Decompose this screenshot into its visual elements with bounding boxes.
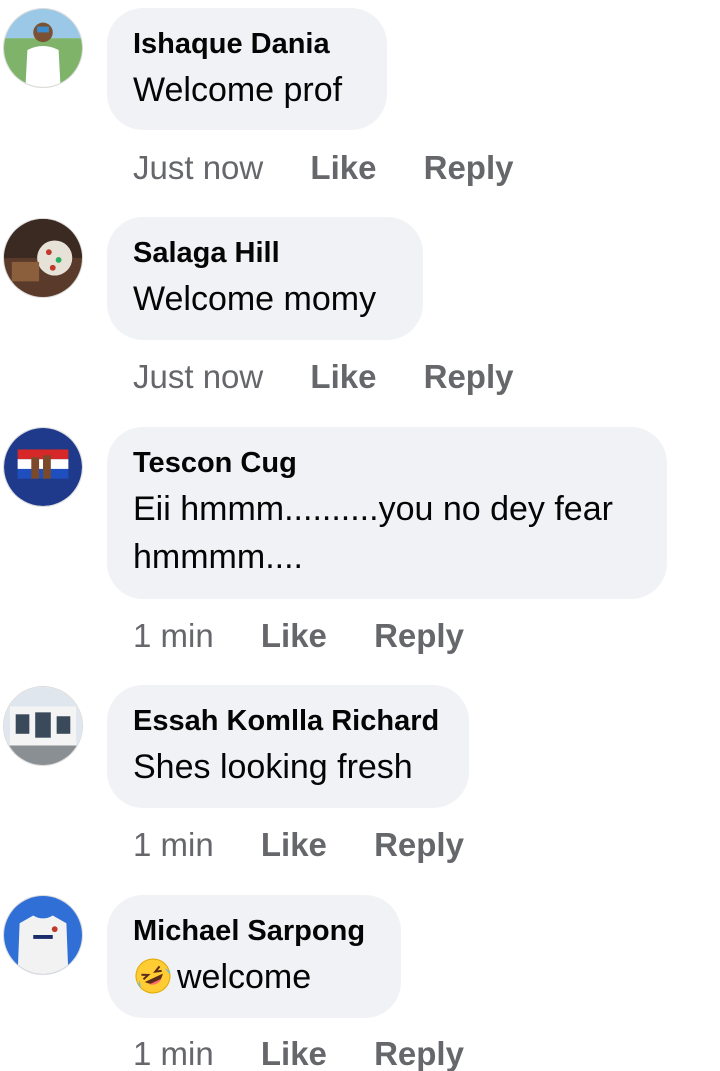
comment: Michael Sarpong welcome 1 min Like Reply [0, 0, 720, 1071]
avatar-photo-icon [4, 896, 82, 974]
comment-bubble: Michael Sarpong welcome [107, 895, 401, 1018]
comment-text-content: welcome [177, 958, 312, 996]
like-button[interactable]: Like [261, 1032, 327, 1071]
comment-actions: 1 min Like Reply [133, 1032, 464, 1071]
avatar[interactable] [3, 895, 83, 975]
comment-feed: Ishaque Dania Welcome prof Just now Like… [0, 0, 720, 1071]
reply-button[interactable]: Reply [374, 1032, 464, 1071]
comment-author[interactable]: Michael Sarpong [133, 913, 375, 949]
rolling-on-floor-laughing-emoji-icon [135, 958, 171, 994]
comment-text: welcome [133, 953, 375, 1001]
comment-timestamp[interactable]: 1 min [133, 1032, 214, 1071]
